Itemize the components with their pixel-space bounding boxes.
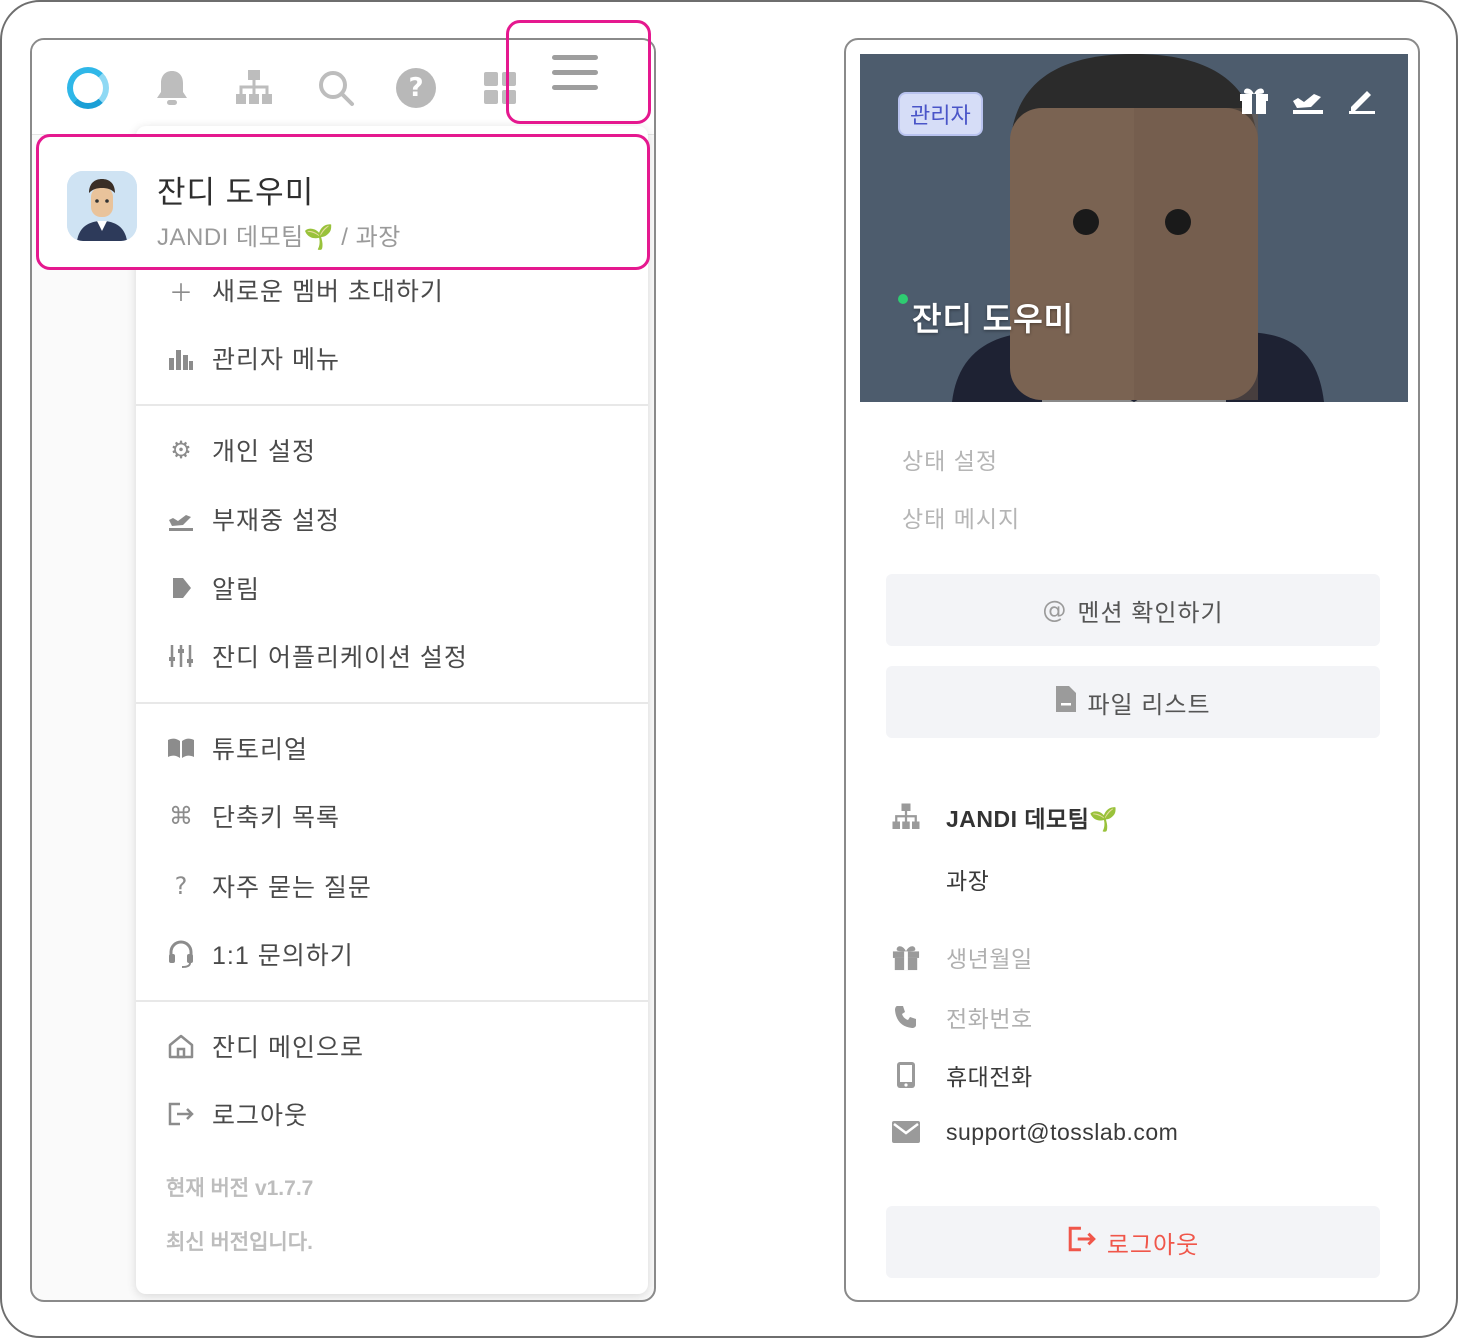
mobile-row: 휴대전화 bbox=[890, 1058, 1033, 1092]
menu-divider bbox=[136, 404, 648, 406]
phone-icon bbox=[890, 1001, 922, 1033]
hamburger-menu-icon[interactable] bbox=[552, 55, 598, 100]
menu-item-shortcuts[interactable]: ⌘ 단축키 목록 bbox=[136, 786, 648, 846]
mobile-phone-icon bbox=[890, 1059, 922, 1091]
gift-icon[interactable] bbox=[1236, 82, 1272, 118]
menu-item-away-settings[interactable]: 부재중 설정 bbox=[136, 489, 648, 549]
email-row: support@tosslab.com bbox=[890, 1116, 1178, 1148]
menu-item-home[interactable]: 잔디 메인으로 bbox=[136, 1016, 648, 1076]
profile-card[interactable]: 잔디 도우미 JANDI 데모팀🌱 / 과장 bbox=[36, 134, 650, 270]
status-message-link[interactable]: 상태 메시지 bbox=[902, 500, 1020, 534]
notification-icon bbox=[166, 573, 196, 603]
profile-cover-image: 관리자 잔디 도우미 bbox=[860, 54, 1408, 402]
logout-icon bbox=[1067, 1225, 1097, 1259]
profile-team-role: JANDI 데모팀🌱 / 과장 bbox=[157, 224, 401, 251]
team-row: JANDI 데모팀🌱 bbox=[890, 800, 1119, 834]
online-status-dot bbox=[898, 294, 908, 304]
menu-item-faq[interactable]: ? 자주 묻는 질문 bbox=[136, 856, 648, 916]
admin-badge: 관리자 bbox=[898, 92, 983, 136]
current-version-text: 현재 버전 v1.7.7 bbox=[166, 1177, 314, 1200]
menu-item-app-settings[interactable]: 잔디 어플리케이션 설정 bbox=[136, 626, 648, 686]
edit-pencil-icon[interactable] bbox=[1344, 82, 1380, 118]
menu-divider bbox=[136, 702, 648, 704]
phone-row: 전화번호 bbox=[890, 1000, 1033, 1034]
gift-icon bbox=[890, 941, 922, 973]
logout-button[interactable]: 로그아웃 bbox=[886, 1206, 1380, 1278]
latest-version-text: 최신 버전입니다. bbox=[166, 1231, 313, 1254]
logo-icon[interactable] bbox=[66, 66, 110, 110]
status-setting-link[interactable]: 상태 설정 bbox=[902, 442, 998, 476]
menu-item-logout[interactable]: 로그아웃 bbox=[136, 1084, 648, 1144]
avatar bbox=[67, 171, 137, 241]
file-icon bbox=[1055, 685, 1077, 719]
user-dropdown-menu: ＋ 새로운 멤버 초대하기 관리자 메뉴 ⚙ 개인 설정 부재중 설정 알림 잔… bbox=[136, 126, 648, 1294]
phone-text: 전화번호 bbox=[946, 1006, 1033, 1032]
command-key-icon: ⌘ bbox=[169, 802, 193, 830]
menu-item-inquiry[interactable]: 1:1 문의하기 bbox=[136, 924, 648, 984]
cover-profile-name: 잔디 도우미 bbox=[912, 301, 1075, 337]
menu-item-admin[interactable]: 관리자 메뉴 bbox=[136, 328, 648, 388]
at-sign-icon: @ bbox=[1042, 596, 1068, 624]
gear-icon: ⚙ bbox=[170, 436, 192, 464]
menu-divider bbox=[136, 1000, 648, 1002]
airplane-takeoff-icon[interactable] bbox=[1290, 82, 1326, 118]
profile-name: 잔디 도우미 bbox=[157, 175, 315, 210]
birthday-row: 생년월일 bbox=[890, 940, 1033, 974]
question-icon: ? bbox=[174, 872, 188, 900]
airplane-takeoff-icon bbox=[166, 504, 196, 534]
mentions-button[interactable]: @ 멘션 확인하기 bbox=[886, 574, 1380, 646]
position-row: 과장 bbox=[890, 862, 989, 896]
menu-item-tutorial[interactable]: 튜토리얼 bbox=[136, 718, 648, 778]
mobile-text: 휴대전화 bbox=[946, 1064, 1033, 1090]
position-text: 과장 bbox=[946, 868, 990, 894]
org-chart-icon[interactable] bbox=[232, 66, 276, 110]
bell-icon[interactable] bbox=[150, 66, 194, 110]
plus-icon: ＋ bbox=[169, 278, 193, 307]
profile-panel: 관리자 잔디 도우미 상태 설정 상태 메시지 @ 멘션 확인하기 파일 리스트 bbox=[844, 38, 1420, 1302]
org-chart-icon bbox=[890, 801, 922, 833]
file-list-button[interactable]: 파일 리스트 bbox=[886, 666, 1380, 738]
cover-actions bbox=[1236, 82, 1380, 118]
position-spacer bbox=[890, 863, 922, 895]
team-name: JANDI 데모팀🌱 bbox=[946, 806, 1119, 832]
book-icon bbox=[166, 733, 196, 763]
mail-icon bbox=[890, 1116, 922, 1148]
search-icon[interactable] bbox=[314, 66, 358, 110]
home-icon bbox=[166, 1031, 196, 1061]
sliders-icon bbox=[166, 641, 196, 671]
bar-chart-icon bbox=[166, 343, 196, 373]
menu-item-personal-settings[interactable]: ⚙ 개인 설정 bbox=[136, 420, 648, 480]
menu-item-notifications[interactable]: 알림 bbox=[136, 558, 648, 618]
email-text[interactable]: support@tosslab.com bbox=[946, 1119, 1178, 1146]
birthday-text: 생년월일 bbox=[946, 946, 1033, 972]
headset-icon bbox=[166, 939, 196, 969]
help-icon[interactable]: ? bbox=[394, 66, 438, 110]
logout-icon bbox=[166, 1099, 196, 1129]
